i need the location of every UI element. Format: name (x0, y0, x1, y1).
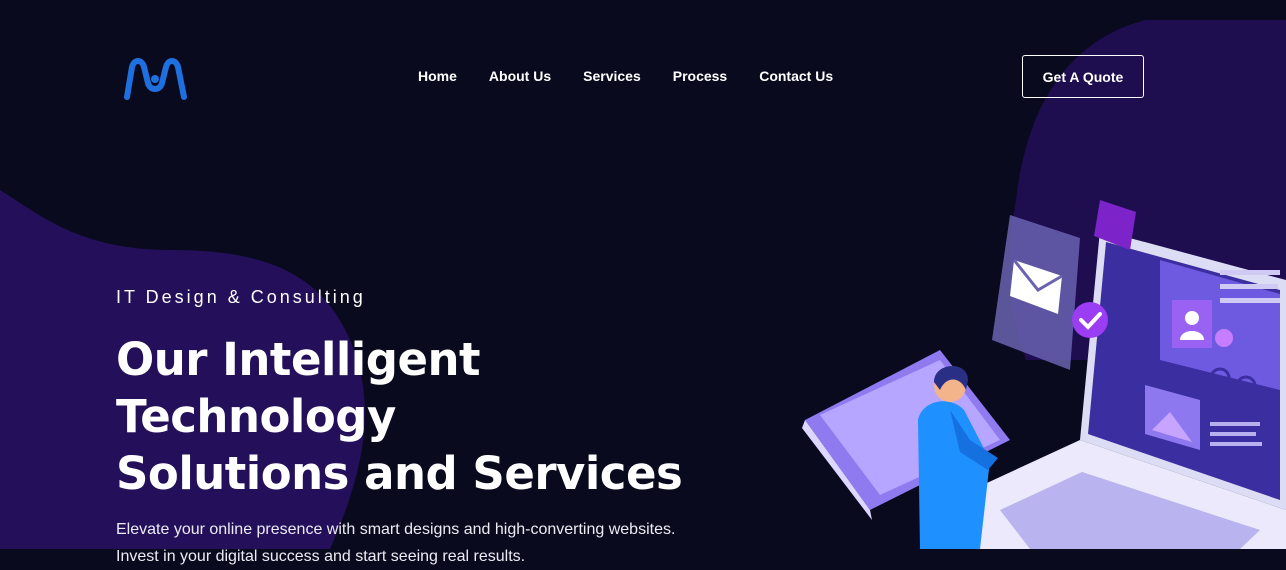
hero-section: IT Design & Consulting Our Intelligent T… (116, 285, 756, 570)
nav-services-link[interactable]: Services (567, 66, 657, 86)
nav-home-link[interactable]: Home (402, 66, 473, 86)
hero-headline-line2: Solutions and Services (116, 447, 683, 500)
envelope-card-illustration (992, 215, 1080, 370)
hero-subtext: Elevate your online presence with smart … (116, 516, 756, 570)
hero-headline-line1: Our Intelligent Technology (116, 333, 481, 443)
nav-contact-link[interactable]: Contact Us (743, 66, 849, 86)
hero-subtext-line1: Elevate your online presence with smart … (116, 521, 676, 538)
hero-subtext-line2: Invest in your digital success and start… (116, 548, 526, 565)
hero-eyebrow: IT Design & Consulting (116, 287, 366, 307)
get-a-quote-button[interactable]: Get A Quote (1022, 55, 1144, 98)
main-menu: Home About Us Services Process Contact U… (402, 66, 849, 86)
nav-process-link[interactable]: Process (657, 66, 743, 86)
m-wave-logo-icon[interactable] (122, 57, 192, 101)
nav-about-link[interactable]: About Us (473, 66, 567, 86)
check-badge-icon (1072, 302, 1108, 338)
top-navigation: Home About Us Services Process Contact U… (0, 0, 1286, 150)
hero-headline: Our Intelligent Technology Solutions and… (116, 331, 756, 502)
hero-illustration (802, 200, 1286, 549)
